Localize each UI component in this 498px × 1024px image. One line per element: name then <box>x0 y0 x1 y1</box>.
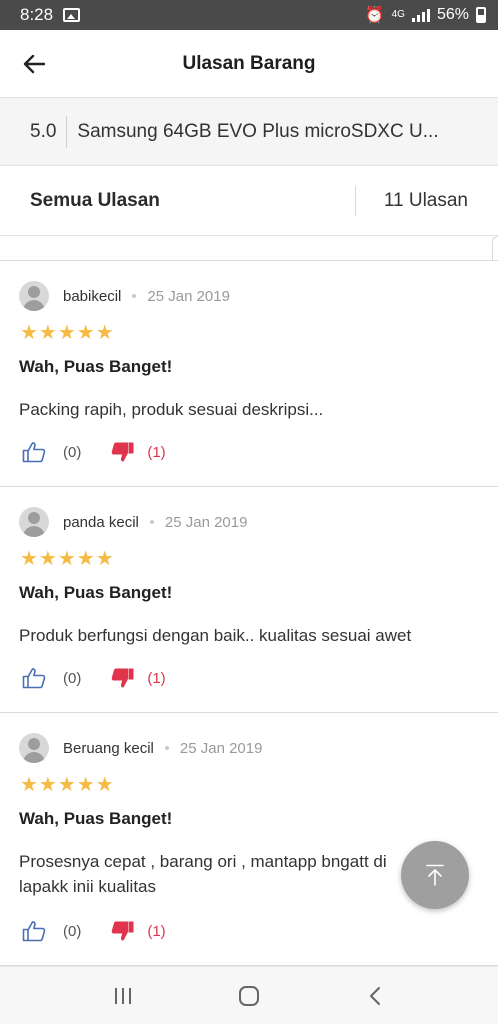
thumbs-up-icon <box>22 668 46 689</box>
system-back-button[interactable] <box>350 976 400 1016</box>
alarm-icon: ⏰ <box>364 7 385 24</box>
like-count: (0) <box>63 922 82 940</box>
reviewer-name[interactable]: Beruang kecil <box>63 740 154 757</box>
dislike-button[interactable] <box>111 919 135 943</box>
review-actions: (0) (1) <box>22 666 166 690</box>
thumbs-down-icon <box>112 668 134 688</box>
reviewer-name[interactable]: babikecil <box>63 288 121 305</box>
dislike-button[interactable] <box>111 440 135 464</box>
home-button[interactable] <box>224 976 274 1016</box>
thumbs-up-icon <box>22 921 46 942</box>
gallery-notification-icon <box>63 8 81 22</box>
star-rating: ★★★★★ <box>20 774 115 796</box>
system-nav-bar <box>0 966 498 1024</box>
scroll-to-top-button[interactable] <box>401 841 469 909</box>
recent-apps-icon <box>115 987 131 1004</box>
thumbs-down-icon <box>112 921 134 941</box>
avatar[interactable] <box>19 733 49 763</box>
product-summary[interactable]: 5.0 Samsung 64GB EVO Plus microSDXC U... <box>0 98 498 166</box>
dislike-button[interactable] <box>111 666 135 690</box>
signal-icon <box>411 8 430 22</box>
review-header: panda kecil 25 Jan 2019 <box>19 507 247 537</box>
back-button[interactable] <box>14 47 54 81</box>
page-title: Ulasan Barang <box>182 52 316 74</box>
review-title: Wah, Puas Banget! <box>19 583 173 602</box>
review-actions: (0) (1) <box>22 440 166 464</box>
dislike-count: (1) <box>147 922 166 940</box>
like-button[interactable] <box>22 666 46 690</box>
scroll-to-top-icon <box>426 864 444 886</box>
review-title: Wah, Puas Banget! <box>19 357 173 376</box>
avatar[interactable] <box>19 507 49 537</box>
nav-back-icon <box>370 986 380 1005</box>
like-count: (0) <box>63 669 82 687</box>
product-name: Samsung 64GB EVO Plus microSDXC U... <box>77 120 439 142</box>
separator-dot <box>164 746 169 750</box>
review-filter[interactable]: Semua Ulasan 11 Ulasan <box>0 166 498 236</box>
review-card: Beruang kecil 25 Jan 2019 ★★★★★ Wah, Pua… <box>0 713 498 966</box>
dislike-count: (1) <box>147 669 166 687</box>
divider <box>355 186 356 216</box>
like-button[interactable] <box>22 919 46 943</box>
like-button[interactable] <box>22 440 46 464</box>
network-type: 4G <box>391 9 405 20</box>
review-card: panda kecil 25 Jan 2019 ★★★★★ Wah, Puas … <box>0 487 498 713</box>
reviewer-name[interactable]: panda kecil <box>63 514 139 531</box>
star-rating: ★★★★★ <box>20 322 115 344</box>
star-rating: ★★★★★ <box>20 548 115 570</box>
dislike-count: (1) <box>147 443 166 461</box>
like-count: (0) <box>63 443 82 461</box>
home-icon <box>239 985 259 1006</box>
review-header: Beruang kecil 25 Jan 2019 <box>19 733 262 763</box>
review-date: 25 Jan 2019 <box>179 739 263 757</box>
review-card: babikecil 25 Jan 2019 ★★★★★ Wah, Puas Ba… <box>0 261 498 487</box>
review-actions: (0) (1) <box>22 919 166 943</box>
thumbs-down-icon <box>112 442 134 462</box>
recent-apps-button[interactable] <box>98 976 148 1016</box>
thumbs-up-icon <box>22 442 46 463</box>
review-count: 11 Ulasan <box>383 189 468 211</box>
battery-icon <box>476 7 486 23</box>
separator-dot <box>149 520 154 524</box>
review-text: Packing rapih, produk sesuai deskripsi..… <box>19 400 324 419</box>
review-date: 25 Jan 2019 <box>147 287 230 305</box>
avatar[interactable] <box>19 281 49 311</box>
review-date: 25 Jan 2019 <box>164 513 248 531</box>
status-time: 8:28 <box>20 5 54 24</box>
separator-dot <box>132 294 137 298</box>
previous-review-fragment <box>0 236 498 261</box>
review-header: babikecil 25 Jan 2019 <box>19 281 230 311</box>
back-arrow-icon <box>23 54 45 74</box>
status-bar: 8:28 ⏰ 4G 56% <box>0 0 498 30</box>
filter-all-reviews[interactable]: Semua Ulasan <box>30 190 160 212</box>
review-text: Produk berfungsi dengan baik.. kualitas … <box>19 626 412 645</box>
app-bar: Ulasan Barang <box>0 30 498 98</box>
review-title: Wah, Puas Banget! <box>19 809 173 828</box>
battery-percent: 56% <box>436 6 469 23</box>
review-text: Prosesnya cepat , barang ori , mantapp b… <box>19 852 387 896</box>
product-rating: 5.0 <box>30 115 68 148</box>
